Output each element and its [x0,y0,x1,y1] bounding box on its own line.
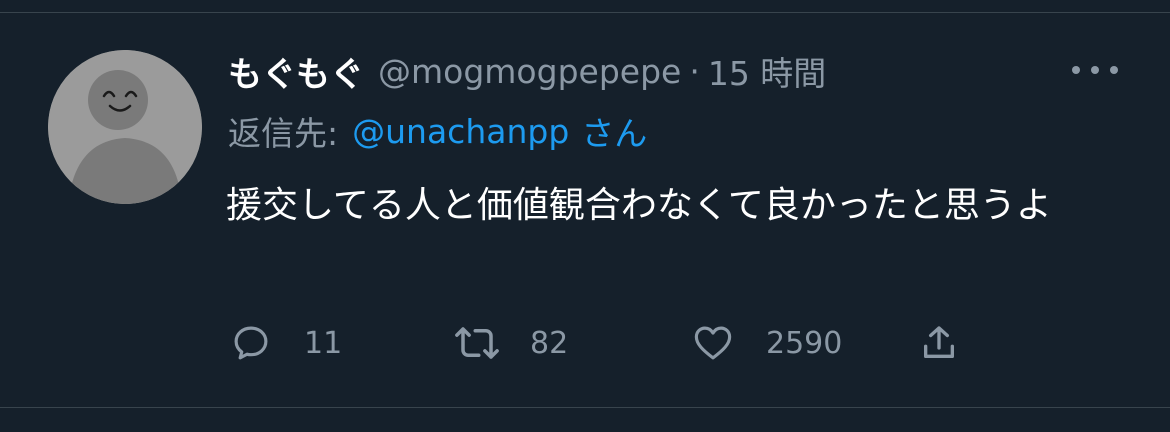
retweet-icon [454,320,500,366]
share-button[interactable] [916,318,962,368]
like-button[interactable]: 2590 [690,318,842,368]
share-icon [916,320,962,366]
action-bar: 11 82 2590 [228,318,988,368]
tweet-header: もぐもぐ @mogmogpepepe · 15 時間 [228,47,826,96]
reply-count: 11 [304,325,343,361]
like-count: 2590 [766,325,843,361]
tweet-text: 援交してる人と価値観合わなくて良かったと思うよ [226,185,1052,226]
reply-to-handle-link[interactable]: @unachanpp [352,112,569,151]
dot-icon [1110,66,1118,74]
divider [0,407,1170,408]
tweet-card[interactable]: もぐもぐ @mogmogpepepe · 15 時間 返信先: @unachan… [0,0,1170,432]
reply-icon [228,320,274,366]
default-avatar-icon [48,50,202,204]
timestamp[interactable]: 15 時間 [708,47,826,95]
dot-icon [1072,66,1080,74]
avatar[interactable] [48,50,202,204]
reply-prefix-label: 返信先: [228,114,339,153]
more-horizontal-icon[interactable] [1072,60,1118,80]
retweet-button[interactable]: 82 [454,318,568,368]
display-name[interactable]: もぐもぐ [228,47,364,96]
separator-dot: · [689,51,700,91]
divider [0,12,1170,13]
user-handle[interactable]: @mogmogpepepe [378,52,681,91]
reply-to-suffix: さん [581,114,648,153]
retweet-count: 82 [530,325,569,361]
dot-icon [1091,66,1099,74]
replying-to: 返信先: @unachanpp さん [228,108,647,154]
reply-button[interactable]: 11 [228,318,342,368]
like-icon [690,320,736,366]
